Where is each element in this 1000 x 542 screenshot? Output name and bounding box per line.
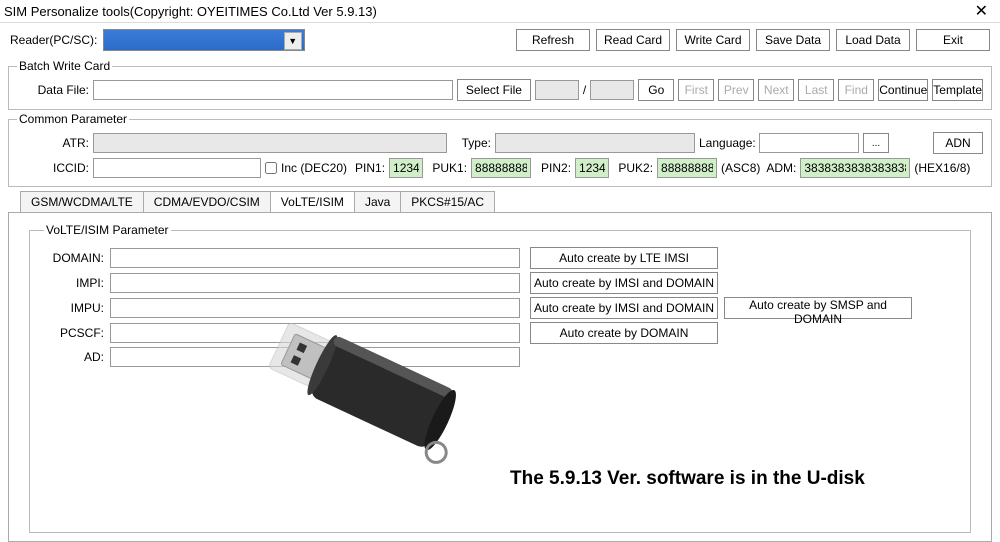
next-button[interactable]: Next: [758, 79, 794, 101]
impi-label: IMPI:: [44, 276, 104, 290]
tab-java[interactable]: Java: [354, 191, 401, 212]
iccid-input[interactable]: [93, 158, 261, 178]
auto-domain-button[interactable]: Auto create by DOMAIN: [530, 322, 718, 344]
volte-legend: VoLTE/ISIM Parameter: [44, 223, 171, 237]
common-legend: Common Parameter: [17, 112, 129, 126]
go-button[interactable]: Go: [638, 79, 674, 101]
tab-bar: GSM/WCDMA/LTE CDMA/EVDO/CSIM VoLTE/ISIM …: [20, 191, 1000, 212]
puk2-label: PUK2:: [613, 161, 653, 175]
common-parameter-group: Common Parameter ATR: Type: Language: ..…: [8, 112, 992, 187]
refresh-button[interactable]: Refresh: [516, 29, 590, 51]
pcscf-label: PCSCF:: [44, 326, 104, 340]
tab-volte[interactable]: VoLTE/ISIM: [270, 191, 355, 212]
puk2-input[interactable]: [657, 158, 717, 178]
batch-total-input: [590, 80, 634, 100]
auto-lte-imsi-button[interactable]: Auto create by LTE IMSI: [530, 247, 718, 269]
tab-panel: VoLTE/ISIM Parameter DOMAIN: Auto create…: [8, 212, 992, 542]
pin1-input[interactable]: [389, 158, 423, 178]
hex-label: (HEX16/8): [914, 161, 970, 175]
puk1-label: PUK1:: [427, 161, 467, 175]
load-data-button[interactable]: Load Data: [836, 29, 910, 51]
inc-checkbox[interactable]: [265, 162, 277, 174]
reader-dropdown[interactable]: [103, 29, 304, 51]
batch-legend: Batch Write Card: [17, 59, 112, 73]
first-button[interactable]: First: [678, 79, 714, 101]
impu-label: IMPU:: [44, 301, 104, 315]
caption-text: The 5.9.13 Ver. software is in the U-dis…: [510, 468, 865, 490]
atr-input: [93, 133, 447, 153]
save-data-button[interactable]: Save Data: [756, 29, 830, 51]
datafile-input[interactable]: [93, 80, 453, 100]
batch-write-card-group: Batch Write Card Data File: Select File …: [8, 59, 992, 110]
adn-button[interactable]: ADN: [933, 132, 983, 154]
continue-button[interactable]: Continue: [878, 79, 928, 101]
language-browse-button[interactable]: ...: [863, 133, 889, 153]
template-button[interactable]: Template: [932, 79, 983, 101]
last-button[interactable]: Last: [798, 79, 834, 101]
select-file-button[interactable]: Select File: [457, 79, 531, 101]
domain-input[interactable]: [110, 248, 520, 268]
inc-label: Inc (DEC20): [281, 161, 347, 175]
batch-pos-input: [535, 80, 579, 100]
adm-label: ADM:: [764, 161, 796, 175]
language-label: Language:: [699, 136, 755, 150]
puk1-input[interactable]: [471, 158, 531, 178]
tab-cdma[interactable]: CDMA/EVDO/CSIM: [143, 191, 271, 212]
close-icon[interactable]: ✕: [967, 1, 996, 21]
auto-imsi-domain2-button[interactable]: Auto create by IMSI and DOMAIN: [530, 297, 718, 319]
prev-button[interactable]: Prev: [718, 79, 754, 101]
write-card-button[interactable]: Write Card: [676, 29, 750, 51]
pin2-label: PIN2:: [535, 161, 571, 175]
type-label: Type:: [451, 136, 491, 150]
auto-smsp-domain-button[interactable]: Auto create by SMSP and DOMAIN: [724, 297, 912, 319]
language-input[interactable]: [759, 133, 859, 153]
auto-imsi-domain-button[interactable]: Auto create by IMSI and DOMAIN: [530, 272, 718, 294]
iccid-label: ICCID:: [17, 161, 89, 175]
tab-pkcs[interactable]: PKCS#15/AC: [400, 191, 495, 212]
window-title: SIM Personalize tools(Copyright: OYEITIM…: [4, 4, 967, 19]
pin2-input[interactable]: [575, 158, 609, 178]
exit-button[interactable]: Exit: [916, 29, 990, 51]
atr-label: ATR:: [17, 136, 89, 150]
tab-gsm[interactable]: GSM/WCDMA/LTE: [20, 191, 144, 212]
asc8-label: (ASC8): [721, 161, 760, 175]
datafile-label: Data File:: [17, 83, 89, 97]
reader-label: Reader(PC/SC):: [10, 33, 97, 47]
usb-drive-image: [240, 290, 490, 483]
batch-slash: /: [583, 83, 586, 97]
read-card-button[interactable]: Read Card: [596, 29, 670, 51]
adm-input[interactable]: [800, 158, 910, 178]
type-input: [495, 133, 695, 153]
find-button[interactable]: Find: [838, 79, 874, 101]
domain-label: DOMAIN:: [44, 251, 104, 265]
ad-label: AD:: [44, 350, 104, 364]
pin1-label: PIN1:: [351, 161, 385, 175]
